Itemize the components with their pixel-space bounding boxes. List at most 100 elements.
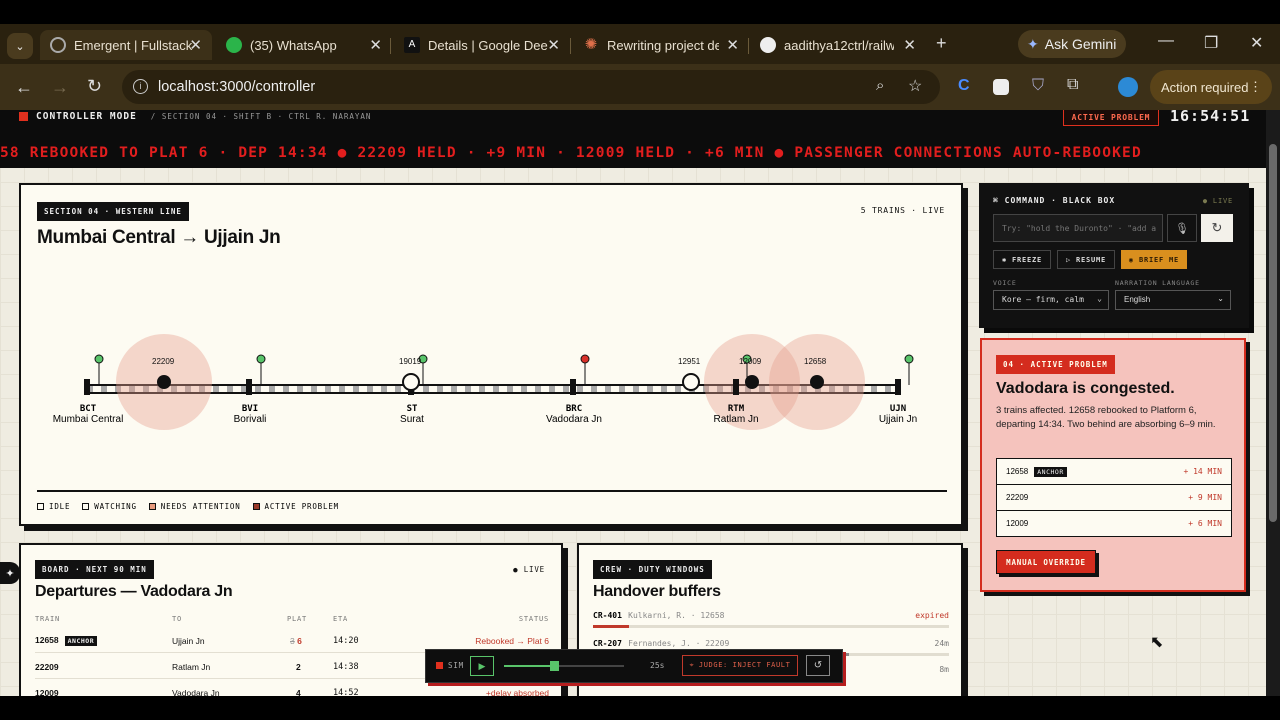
language-select[interactable]: English ⌄ bbox=[1115, 290, 1231, 310]
zoom-icon[interactable]: ⌕ bbox=[876, 77, 884, 94]
col-status: STATUS bbox=[518, 615, 549, 623]
extension-c-icon[interactable]: C bbox=[958, 77, 970, 95]
mic-button[interactable]: 🎙 bbox=[1167, 214, 1197, 242]
restore-icon[interactable]: ❐ bbox=[1204, 33, 1218, 53]
train-marker-12009[interactable] bbox=[745, 375, 759, 389]
globe-icon bbox=[50, 37, 66, 53]
play-button[interactable]: ▶ bbox=[470, 656, 494, 676]
station-marker-bct[interactable] bbox=[84, 354, 104, 395]
plat-cell: 4 bbox=[296, 688, 301, 696]
legend-label: WATCHING bbox=[94, 502, 137, 511]
tab-search-button[interactable]: ⌄ bbox=[7, 33, 33, 59]
voice-value: Kore — firm, calm bbox=[1002, 295, 1084, 304]
clock: 16:54:51 bbox=[1170, 110, 1251, 125]
crew-row[interactable]: CR-401 Kulkarni, R. · 12658 expired bbox=[593, 611, 949, 635]
legend-idle: IDLE bbox=[37, 502, 70, 511]
sim-slider[interactable] bbox=[504, 661, 624, 671]
back-icon[interactable]: ← bbox=[15, 77, 33, 98]
reload-icon[interactable]: ↻ bbox=[87, 76, 102, 97]
eta-cell: 14:52 bbox=[333, 688, 359, 696]
os-top-bar bbox=[0, 0, 1280, 24]
freeze-button[interactable]: ✱ FREEZE bbox=[993, 250, 1051, 269]
destination-cell: Ujjain Jn bbox=[172, 636, 205, 646]
inject-fault-button[interactable]: ⌖ JUDGE: INJECT FAULT bbox=[682, 655, 798, 676]
delay-value: + 6 MIN bbox=[1188, 519, 1222, 528]
status-cell: Rebooked → Plat 6 bbox=[475, 636, 549, 646]
close-tab-icon[interactable]: ✕ bbox=[547, 36, 560, 54]
ask-gemini-button[interactable]: ✦ Ask Gemini bbox=[1018, 30, 1126, 58]
affected-train-row[interactable]: 12009 + 6 MIN bbox=[996, 510, 1232, 537]
reset-button[interactable]: ↺ bbox=[806, 655, 830, 676]
voice-select[interactable]: Kore — firm, calm ⌄ bbox=[993, 290, 1109, 310]
tab-title: (35) WhatsApp bbox=[250, 37, 337, 53]
new-platform: 6 bbox=[297, 636, 302, 646]
gemini-icon: ✦ bbox=[1027, 35, 1039, 52]
language-label: NARRATION LANGUAGE bbox=[1115, 279, 1200, 287]
page-scrollbar[interactable] bbox=[1266, 110, 1280, 696]
address-bar[interactable]: i localhost:3000/controller ⌕ ☆ bbox=[122, 70, 940, 104]
news-ticker: 58 REBOOKED TO PLAT 6 · DEP 14:34 ● 2220… bbox=[0, 145, 1142, 161]
legend-swatch bbox=[148, 503, 156, 510]
train-marker-22209[interactable] bbox=[157, 375, 171, 389]
train-label-12951: 12951 bbox=[678, 357, 701, 366]
tab-separator bbox=[390, 38, 391, 54]
close-tab-icon[interactable]: ✕ bbox=[903, 36, 916, 54]
train-marker-12658[interactable] bbox=[810, 375, 824, 389]
mode-title: CONTROLLER MODE bbox=[36, 111, 137, 122]
station-marker-ujn[interactable] bbox=[895, 354, 914, 395]
manual-override-button[interactable]: MANUAL OVERRIDE bbox=[996, 550, 1096, 574]
eta-cell: 14:38 bbox=[333, 662, 359, 672]
train-number: 12658 bbox=[1006, 467, 1029, 476]
train-marker-19019[interactable] bbox=[402, 373, 420, 391]
whatsapp-icon bbox=[226, 37, 242, 53]
minimize-icon[interactable]: — bbox=[1158, 32, 1174, 50]
resume-button[interactable]: ▷ RESUME bbox=[1057, 250, 1115, 269]
extensions-icon[interactable]: ⧉ bbox=[1067, 76, 1078, 94]
mode-label: CONTROLLER MODE / SECTION 04 · SHIFT B · … bbox=[19, 111, 371, 122]
train-label-12658: 12658 bbox=[804, 357, 827, 366]
col-eta: ETA bbox=[333, 615, 349, 623]
status-legend: IDLE WATCHING NEEDS ATTENTION ACTIVE PRO… bbox=[37, 502, 339, 511]
floating-sparkle-button[interactable]: ✦ bbox=[0, 562, 20, 584]
close-window-icon[interactable]: ✕ bbox=[1250, 33, 1263, 53]
brief-me-button[interactable]: ◉ BRIEF ME bbox=[1121, 250, 1187, 269]
close-tab-icon[interactable]: ✕ bbox=[189, 36, 202, 54]
bookmark-star-icon[interactable]: ☆ bbox=[908, 76, 922, 96]
slider-thumb[interactable] bbox=[550, 661, 559, 671]
legend-swatch bbox=[252, 503, 260, 510]
train-marker-12951[interactable] bbox=[682, 373, 700, 391]
train-number: 22209 bbox=[35, 662, 59, 672]
train-label-12009: 12009 bbox=[739, 357, 762, 366]
action-required-button[interactable]: Action required ⋮ bbox=[1150, 70, 1272, 104]
tab-claude[interactable]: ✺ Rewriting project de ✕ bbox=[583, 30, 739, 60]
scroll-thumb[interactable] bbox=[1269, 144, 1277, 522]
active-problem-badge[interactable]: ACTIVE PROBLEM bbox=[1063, 110, 1159, 126]
delay-value: + 14 MIN bbox=[1183, 467, 1222, 476]
claude-icon: ✺ bbox=[584, 36, 598, 53]
tab-google-ai[interactable]: A Details | Google Dee ✕ bbox=[404, 30, 560, 60]
active-problem-card: 04 · ACTIVE PROBLEM Vadodara is congeste… bbox=[980, 338, 1246, 592]
close-tab-icon[interactable]: ✕ bbox=[369, 36, 382, 54]
profile-avatar[interactable] bbox=[1118, 77, 1138, 97]
forward-icon[interactable]: → bbox=[51, 77, 69, 98]
controller-header: CONTROLLER MODE / SECTION 04 · SHIFT B · … bbox=[0, 110, 1266, 168]
station-label-bvi: BVI Borivali bbox=[195, 404, 305, 425]
tab-github[interactable]: aadithya12ctrl/railw ✕ bbox=[760, 30, 916, 60]
tab-emergent[interactable]: Emergent | Fullstack ✕ bbox=[40, 30, 212, 60]
shield-icon[interactable]: ⛉ bbox=[1032, 77, 1044, 95]
col-to: TO bbox=[172, 615, 183, 623]
affected-train-row[interactable]: 12658 ANCHOR + 14 MIN bbox=[996, 458, 1232, 485]
destination-cell: Vadodara Jn bbox=[172, 688, 220, 696]
command-input[interactable] bbox=[993, 214, 1163, 242]
close-tab-icon[interactable]: ✕ bbox=[726, 36, 739, 54]
submit-button[interactable]: ↻ bbox=[1201, 214, 1233, 242]
map-divider bbox=[37, 490, 947, 492]
legend-label: IDLE bbox=[49, 502, 71, 511]
extension-puzzle-dark-icon[interactable] bbox=[993, 79, 1009, 95]
affected-train-row[interactable]: 22209 + 9 MIN bbox=[996, 484, 1232, 511]
os-bottom-bar bbox=[0, 696, 1280, 720]
site-info-icon[interactable]: i bbox=[133, 79, 148, 94]
legend-swatch bbox=[82, 503, 90, 510]
tab-whatsapp[interactable]: (35) WhatsApp ✕ bbox=[226, 30, 382, 60]
new-tab-icon[interactable]: + bbox=[936, 33, 947, 54]
